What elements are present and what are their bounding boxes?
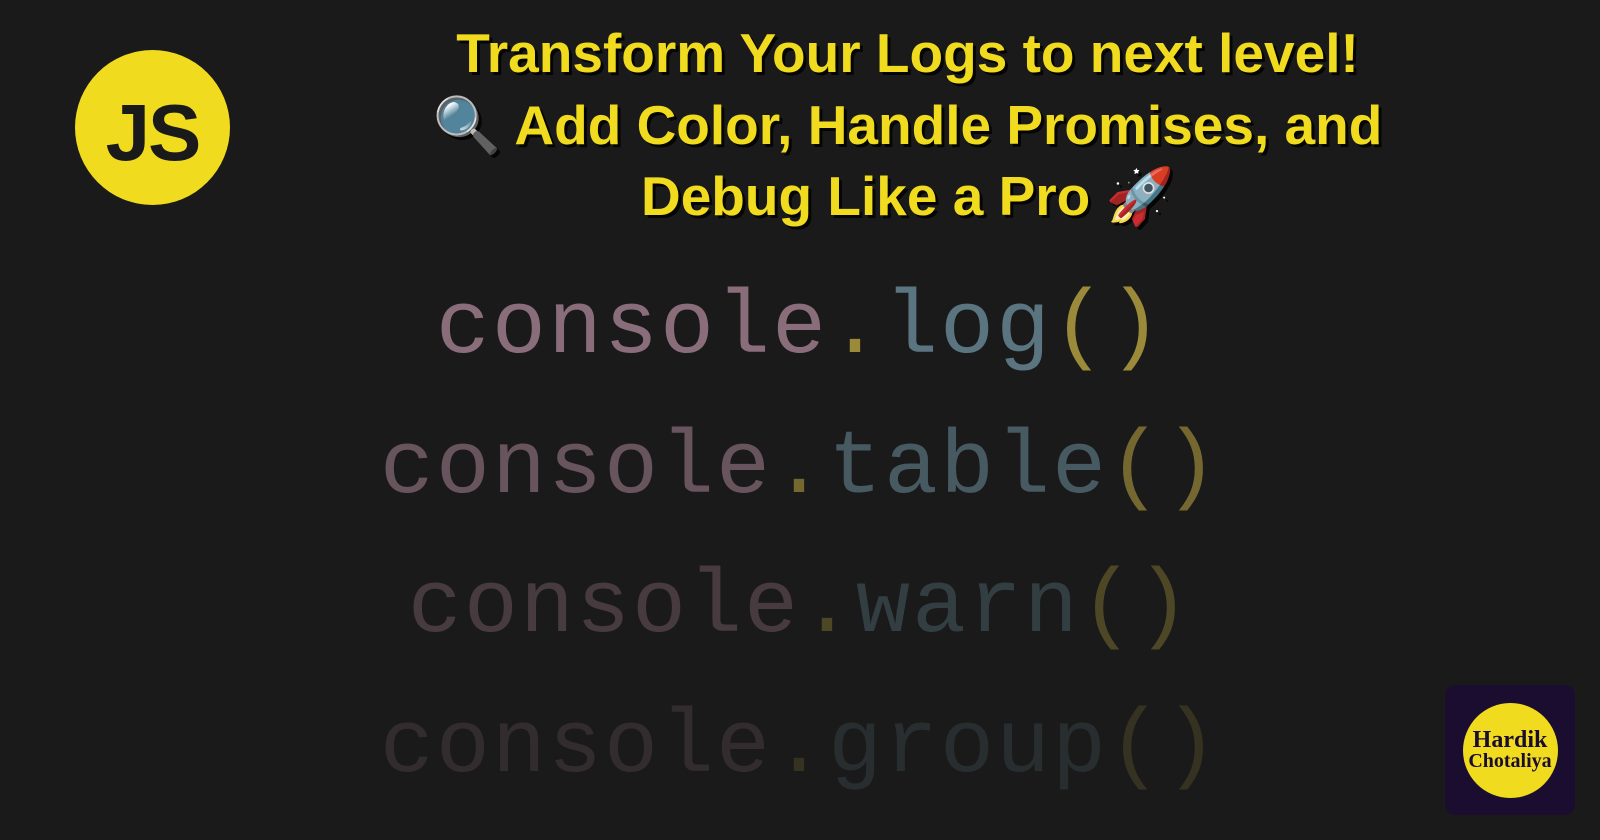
js-logo-text: JS bbox=[106, 87, 200, 179]
headline-line1: Transform Your Logs to next level! bbox=[456, 22, 1359, 84]
code-line-4: console.group() bbox=[0, 679, 1600, 819]
author-avatar: Hardik Chotaliya bbox=[1463, 703, 1558, 798]
headline-line3: Debug Like a Pro 🚀 bbox=[641, 165, 1174, 227]
headline-line2: 🔍 Add Color, Handle Promises, and bbox=[433, 94, 1383, 156]
author-first-name: Hardik bbox=[1473, 730, 1548, 752]
author-last-name: Chotaliya bbox=[1468, 752, 1551, 770]
author-badge: Hardik Chotaliya bbox=[1445, 685, 1575, 815]
headline: Transform Your Logs to next level! 🔍 Add… bbox=[255, 18, 1560, 233]
code-line-2: console.table() bbox=[0, 400, 1600, 540]
code-line-1: console.log() bbox=[0, 260, 1600, 400]
js-logo-badge: JS bbox=[75, 50, 230, 205]
code-snippets: console.log() console.table() console.wa… bbox=[0, 260, 1600, 818]
code-line-3: console.warn() bbox=[0, 539, 1600, 679]
